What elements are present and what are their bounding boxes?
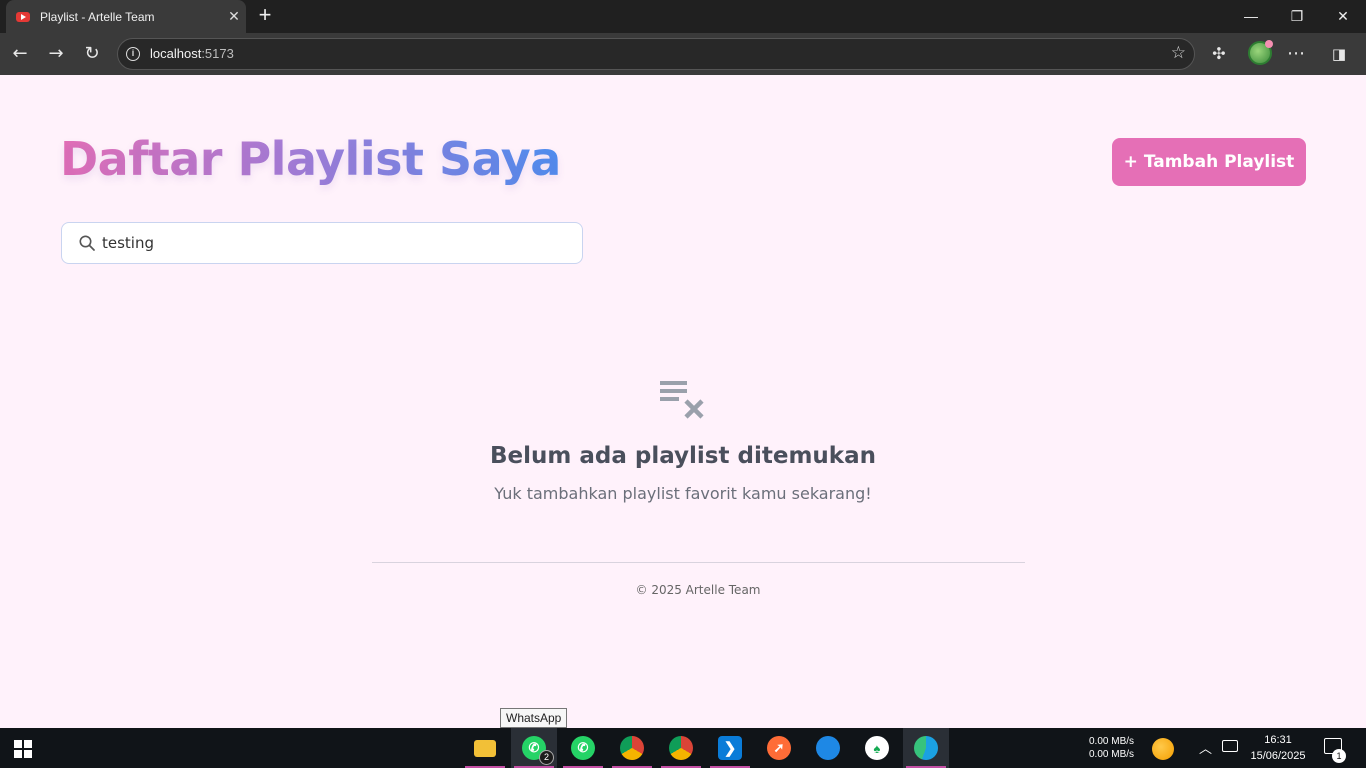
- url-text: localhost:5173: [150, 46, 234, 61]
- taskbar-vscode[interactable]: ❯: [707, 728, 753, 768]
- weather-icon[interactable]: [1152, 738, 1174, 760]
- taskbar-tooltip: WhatsApp: [500, 708, 568, 728]
- new-tab-button[interactable]: +: [252, 2, 278, 28]
- site-info-icon[interactable]: i: [126, 47, 140, 61]
- search-box: [61, 222, 583, 264]
- reload-icon[interactable]: ↻: [78, 40, 106, 68]
- windows-start-icon[interactable]: [14, 740, 32, 758]
- add-playlist-button[interactable]: + Tambah Playlist: [1112, 138, 1306, 186]
- footer-divider: [372, 562, 1025, 563]
- taskbar-mongodb[interactable]: ♠: [854, 728, 900, 768]
- tab-title: Playlist - Artelle Team: [40, 9, 155, 24]
- vscode-icon: ❯: [718, 736, 742, 760]
- taskbar-whatsapp-2[interactable]: ✆: [560, 728, 606, 768]
- chrome-icon: [669, 736, 693, 760]
- close-window-button[interactable]: ✕: [1320, 0, 1366, 33]
- minimize-button[interactable]: —: [1228, 0, 1274, 33]
- footer-copyright: © 2025 Artelle Team: [635, 583, 761, 597]
- tray-chevron-icon[interactable]: ︿: [1199, 738, 1212, 757]
- folder-icon: [474, 739, 496, 757]
- windows-taskbar: ✆ 2 ✆ ❯ ➚ ♠ 0.00 MB/s 0.00 MB/s ︿ 16:31 …: [0, 728, 1366, 768]
- system-clock[interactable]: 16:31 15/06/2025: [1246, 732, 1310, 764]
- profile-avatar[interactable]: [1248, 40, 1273, 65]
- taskbar-file-explorer[interactable]: [462, 728, 508, 768]
- app-icon: [816, 736, 840, 760]
- youtube-favicon-icon: [16, 11, 30, 22]
- postman-icon: ➚: [767, 736, 791, 760]
- taskbar-whatsapp[interactable]: ✆ 2: [511, 728, 557, 768]
- network-speed: 0.00 MB/s 0.00 MB/s: [1089, 736, 1135, 760]
- tab-close-icon[interactable]: ✕: [222, 9, 246, 25]
- playlist-remove-icon: [660, 381, 704, 419]
- notification-count-badge: 1: [1332, 749, 1346, 763]
- page-title: Daftar Playlist Saya: [60, 132, 561, 186]
- extensions-icon[interactable]: ✣: [1205, 40, 1233, 68]
- taskbar-app-blue[interactable]: [805, 728, 851, 768]
- sidebar-toggle-icon[interactable]: ◨: [1325, 40, 1353, 68]
- edge-icon: [914, 736, 938, 760]
- network-icon[interactable]: [1222, 740, 1238, 752]
- profile-status-dot: [1265, 40, 1273, 48]
- more-menu-icon[interactable]: ⋯: [1282, 40, 1310, 68]
- search-icon: [79, 235, 95, 251]
- taskbar-chrome[interactable]: [609, 728, 655, 768]
- taskbar-edge[interactable]: [903, 728, 949, 768]
- favorite-star-icon[interactable]: ☆: [1171, 43, 1186, 63]
- taskbar-postman[interactable]: ➚: [756, 728, 802, 768]
- address-bar[interactable]: i localhost:5173 ☆: [117, 38, 1195, 70]
- restore-button[interactable]: ❐: [1274, 0, 1320, 33]
- whatsapp-icon: ✆: [571, 736, 595, 760]
- mongodb-leaf-icon: ♠: [865, 736, 889, 760]
- empty-state-subtitle: Yuk tambahkan playlist favorit kamu seka…: [494, 484, 872, 503]
- search-input[interactable]: [102, 223, 572, 263]
- back-arrow-icon[interactable]: ←: [6, 40, 34, 68]
- chrome-icon: [620, 736, 644, 760]
- browser-navbar: ← → ↻ i localhost:5173 ☆ ✣ ⋯ ◨: [0, 33, 1366, 75]
- taskbar-chrome-2[interactable]: [658, 728, 704, 768]
- browser-tab[interactable]: Playlist - Artelle Team ✕: [6, 0, 246, 33]
- empty-state-title: Belum ada playlist ditemukan: [490, 443, 876, 469]
- whatsapp-unread-badge: 2: [539, 750, 554, 765]
- forward-arrow-icon[interactable]: →: [42, 40, 70, 68]
- browser-titlebar: Playlist - Artelle Team ✕ + — ❐ ✕: [0, 0, 1366, 33]
